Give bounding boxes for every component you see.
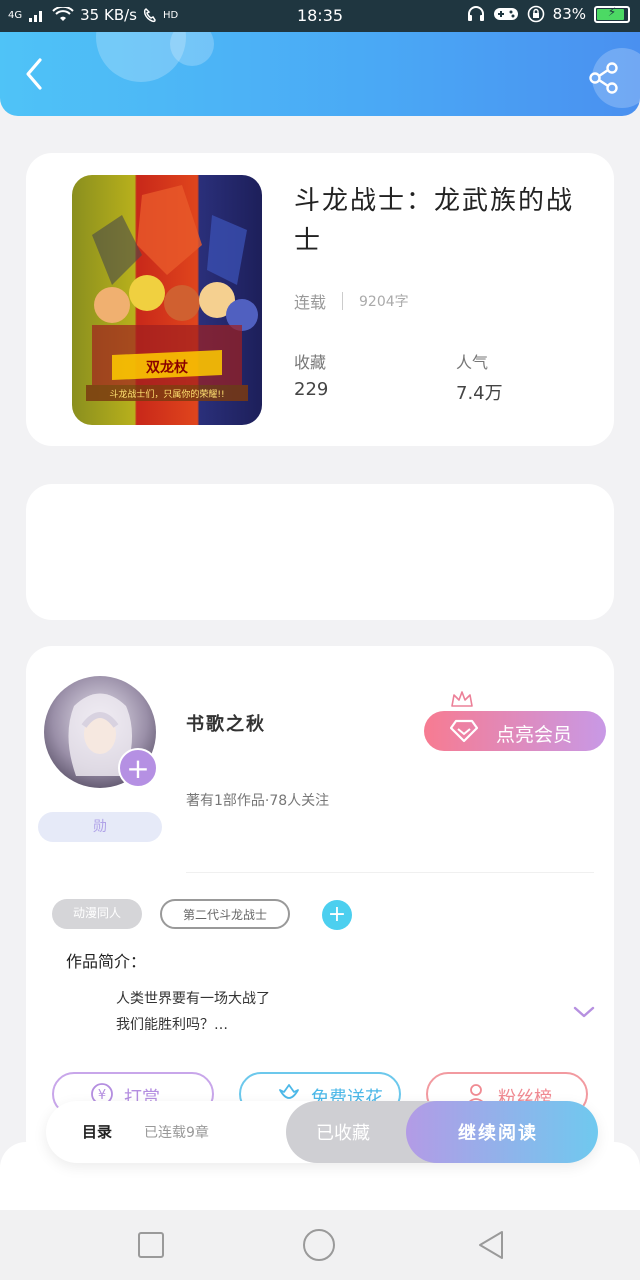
share-icon[interactable]	[588, 62, 620, 94]
system-nav-bar	[0, 1210, 640, 1280]
diamond-icon	[450, 719, 478, 743]
gamepad-icon	[493, 8, 518, 20]
medal-badge[interactable]: 勋	[38, 812, 162, 842]
battery-icon: ⚡	[594, 5, 630, 23]
section-divider	[186, 872, 594, 873]
intro-line: 我们能胜利吗？…	[116, 1017, 228, 1033]
chapter-count: 已连载9章	[144, 1125, 209, 1141]
book-title: 斗龙战士：龙武族的战士	[294, 186, 575, 256]
favorites-value: 229	[294, 379, 329, 400]
crown-icon	[451, 691, 473, 707]
intro-line: 人类世界要有一场大战了	[116, 991, 270, 1007]
continue-reading-button[interactable]: 继续阅读	[406, 1101, 598, 1163]
popularity-label: 人气	[456, 353, 489, 372]
reading-action-bar: 目录 已连载9章 已收藏 继续阅读	[46, 1101, 598, 1163]
author-name[interactable]: 书歌之秋	[186, 710, 266, 736]
intro-text: 人类世界要有一场大战了 我们能胜利吗？…	[116, 986, 270, 1038]
tag-chip[interactable]: 第二代斗龙战士	[160, 899, 290, 929]
chevron-left-icon[interactable]	[20, 56, 50, 92]
cover-title: 双龙杖	[146, 359, 189, 376]
collected-label: 已收藏	[316, 1123, 370, 1144]
book-cover[interactable]: 双龙杖 斗龙战士们，只属你的荣耀!!	[72, 175, 262, 425]
book-info-card: 双龙杖 斗龙战士们，只属你的荣耀!! 斗龙战士：龙武族的战士 连载 9204字 …	[26, 153, 614, 446]
book-meta: 连载 9204字	[294, 289, 409, 313]
chevron-down-icon[interactable]	[572, 1004, 596, 1020]
word-count: 9204字	[359, 294, 409, 310]
back-triangle-icon[interactable]	[474, 1228, 508, 1262]
tag-chip[interactable]: 动漫同人	[52, 899, 142, 929]
favorites-label: 收藏	[294, 353, 327, 372]
add-tag-button[interactable]: +	[322, 900, 352, 930]
recents-square-icon[interactable]	[134, 1228, 168, 1262]
author-card: + 书歌之秋 著有1部作品·78人关注 点亮会员 勋 动漫同人 第二代斗龙战士 …	[26, 646, 614, 1166]
status-bar: 4G 35 KB/s HD 18:35 83% ⚡	[0, 0, 640, 32]
follow-author-button[interactable]: +	[118, 748, 158, 788]
meta-divider	[342, 292, 344, 310]
vip-button[interactable]: 点亮会员	[424, 711, 606, 751]
book-status: 连载	[294, 293, 327, 312]
home-circle-icon[interactable]	[302, 1228, 336, 1262]
header-bar	[0, 32, 640, 116]
headphones-icon	[467, 6, 484, 21]
author-stats: 著有1部作品·78人关注	[186, 793, 330, 809]
empty-card	[26, 484, 614, 620]
cover-subtitle: 斗龙战士们，只属你的荣耀!!	[109, 388, 224, 400]
vip-button-label: 点亮会员	[496, 724, 573, 746]
battery-percent: 83%	[552, 5, 586, 23]
continue-reading-label: 继续阅读	[458, 1123, 538, 1144]
status-right: 83% ⚡	[467, 5, 630, 23]
popularity-value: 7.4万	[456, 383, 503, 404]
catalog-button[interactable]: 目录	[82, 1121, 112, 1142]
intro-label: 作品简介：	[66, 952, 147, 971]
lock-rotation-icon	[527, 5, 544, 23]
